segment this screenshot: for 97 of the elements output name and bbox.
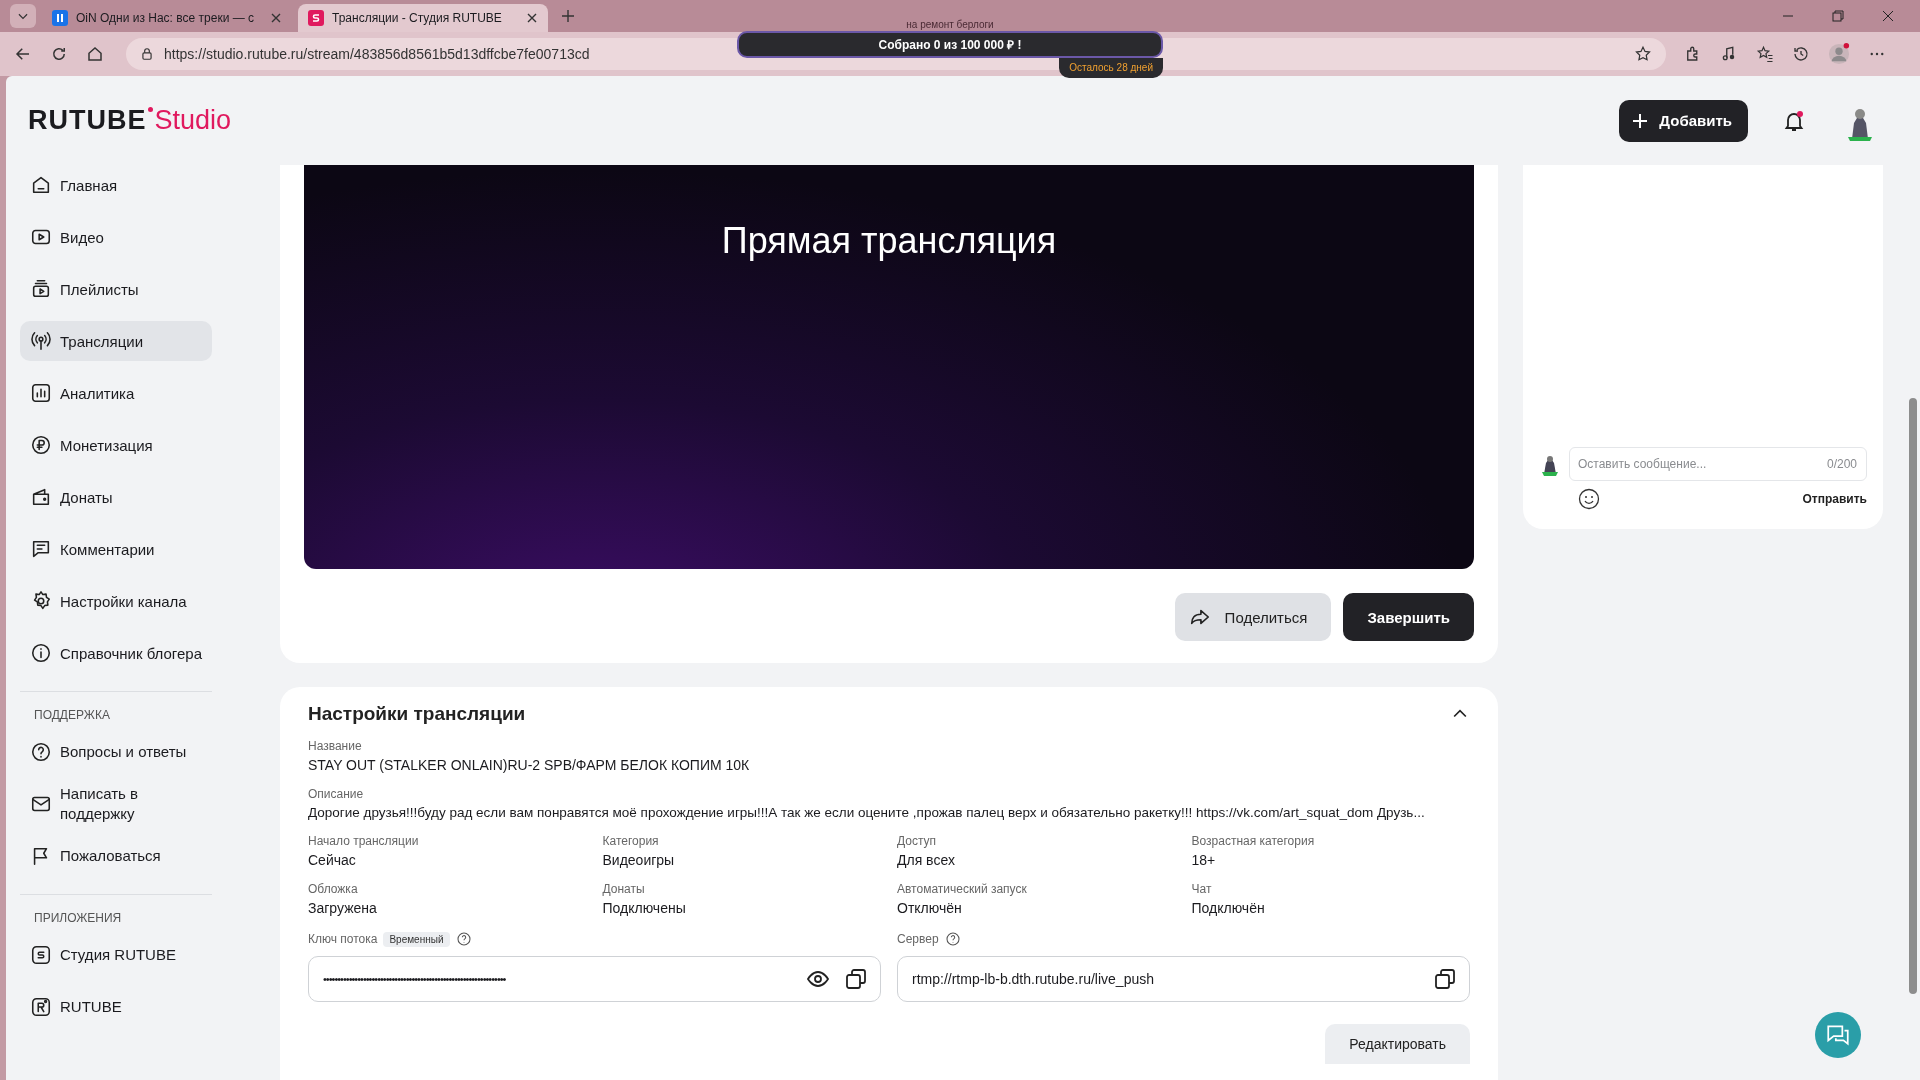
edit-button[interactable]: Редактировать xyxy=(1325,1024,1470,1064)
field-value: Отключён xyxy=(897,900,963,916)
player-title: Прямая трансляция xyxy=(721,220,1057,263)
share-button[interactable]: Поделиться xyxy=(1174,593,1332,641)
sidebar-item[interactable]: Справочник блогера xyxy=(20,633,212,673)
field-label: Возрастная категория xyxy=(1191,834,1316,848)
field-value: Сейчас xyxy=(308,852,357,868)
field-value: Загружена xyxy=(308,900,378,916)
info-icon xyxy=(30,642,52,664)
field-label: Донаты xyxy=(602,882,646,896)
logo[interactable]: RUTUBE Studio xyxy=(28,105,232,136)
restore-icon[interactable] xyxy=(1832,10,1844,22)
close-icon[interactable] xyxy=(270,12,282,24)
history-icon[interactable] xyxy=(1792,45,1810,63)
lock-icon xyxy=(140,47,154,61)
donation-total: Собрано 0 из 100 000 ₽ ! xyxy=(878,37,1022,53)
reload-icon[interactable] xyxy=(50,45,68,63)
overlay-caption: на ремонт берлоги xyxy=(906,19,994,31)
sidebar-item[interactable]: Студия RUTUBE xyxy=(20,935,212,975)
field-label: Начало трансляции xyxy=(308,834,420,848)
scrollbar-thumb[interactable] xyxy=(1909,398,1917,994)
field-value: STAY OUT (STALKER ONLAIN)RU-2 SPB/ФАРМ БЕЛОК КОПИМ 10К xyxy=(308,757,751,773)
tab-list-button[interactable] xyxy=(10,4,36,28)
studio-favicon-icon xyxy=(308,10,324,26)
video-player[interactable]: Прямая трансляция xyxy=(304,165,1474,569)
char-counter: 0/200 xyxy=(1826,457,1857,471)
star-icon[interactable] xyxy=(1634,45,1652,63)
browser-tab[interactable]: Трансляции - Студия RUTUBE xyxy=(298,4,548,32)
help-icon xyxy=(30,741,52,763)
app-icon xyxy=(30,996,52,1018)
sidebar-item[interactable]: Плейлисты xyxy=(20,269,212,309)
close-icon[interactable] xyxy=(1882,10,1894,22)
sidebar-item[interactable]: Вопросы и ответы xyxy=(20,732,212,772)
tab-title: Трансляции - Студия RUTUBE xyxy=(332,11,503,25)
chat-icon xyxy=(1825,1022,1851,1048)
section-heading: ПОДДЕРЖКА xyxy=(33,708,111,722)
section-title: Настройки трансляции xyxy=(308,703,526,725)
sidebar-item[interactable]: Донаты xyxy=(20,477,212,517)
field-label: Сервер xyxy=(897,932,939,946)
tab-title: OiN Одни из Нас: все треки — с xyxy=(76,11,255,25)
help-icon[interactable] xyxy=(455,931,472,947)
stream-key-field[interactable]: •••••••••••••••••••••••••••••••••••••••••••••••••••••••••••••••• xyxy=(308,956,881,1002)
add-button[interactable]: Добавить xyxy=(1619,99,1748,142)
emoji-icon[interactable] xyxy=(1577,487,1601,511)
sidebar-item[interactable]: Видео xyxy=(20,217,212,257)
new-tab-icon[interactable] xyxy=(560,8,576,24)
url-text: https://studio.rutube.ru/stream/483856d8561b5d13dffcbe7fe00713cd xyxy=(164,46,590,62)
help-icon[interactable] xyxy=(944,931,961,947)
pause-icon xyxy=(52,10,68,26)
profile-icon[interactable] xyxy=(1828,43,1850,65)
bell-icon[interactable] xyxy=(1782,108,1806,133)
wallet-icon xyxy=(30,486,52,508)
support-chat-button[interactable] xyxy=(1815,1012,1861,1058)
back-icon[interactable] xyxy=(14,45,32,63)
copy-icon[interactable] xyxy=(1433,967,1457,991)
field-label: Название xyxy=(308,739,363,753)
copy-icon[interactable] xyxy=(844,967,868,991)
home-icon xyxy=(30,174,52,196)
section-heading: ПРИЛОЖЕНИЯ xyxy=(33,911,123,925)
sidebar-item[interactable]: RUTUBE xyxy=(20,987,212,1027)
broadcast-icon xyxy=(30,330,52,352)
sidebar-item[interactable]: Комментарии xyxy=(20,529,212,569)
sidebar-item[interactable]: Трансляции xyxy=(20,321,212,361)
send-button[interactable]: Отправить xyxy=(1802,492,1867,506)
field-value: Видеоигры xyxy=(602,852,676,868)
server-field[interactable]: rtmp://rtmp-lb-b.dth.rutube.ru/live_push xyxy=(897,956,1470,1002)
sidebar-item[interactable]: Монетизация xyxy=(20,425,212,465)
field-label: Доступ xyxy=(897,834,938,848)
plus-icon xyxy=(1631,111,1650,130)
field-value: Дорогие друзья!!!буду рад если вам понравятся моё прохождение игры!!!А так же если оцените ,прожав палец верх и обязательно ракетку!!! https://vk.com/art_squat_dom Друзь... xyxy=(308,805,1426,820)
chart-icon xyxy=(30,382,52,404)
home-icon[interactable] xyxy=(86,45,104,63)
field-label: Ключ потока xyxy=(308,932,378,946)
field-label: Категория xyxy=(602,834,660,848)
ruble-icon xyxy=(30,434,52,456)
field-label: Чат xyxy=(1191,882,1213,896)
studio-app-icon xyxy=(30,944,52,966)
favorites-icon[interactable] xyxy=(1756,45,1774,63)
finish-button[interactable]: Завершить xyxy=(1343,593,1474,641)
sidebar-item[interactable]: Аналитика xyxy=(20,373,212,413)
field-value: 18+ xyxy=(1191,852,1217,868)
field-label: Обложка xyxy=(308,882,359,896)
comment-icon xyxy=(30,538,52,560)
field-value: Подключены xyxy=(602,900,687,916)
playlist-icon xyxy=(30,278,52,300)
browser-tab[interactable]: OiN Одни из Нас: все треки — с xyxy=(42,4,292,32)
sidebar-item[interactable]: Пожаловаться xyxy=(20,836,212,876)
field-value: Подключён xyxy=(1191,900,1266,916)
sidebar-item[interactable]: Главная xyxy=(20,165,212,205)
days-left-label: Осталось 28 дней xyxy=(1059,58,1163,78)
close-icon[interactable] xyxy=(526,12,538,24)
sidebar-item[interactable]: Написать в поддержку xyxy=(20,784,212,824)
field-value: Для всех xyxy=(897,852,956,868)
field-label: Автоматический запуск xyxy=(897,882,1028,896)
sidebar-item[interactable]: Настройки канала xyxy=(20,581,212,621)
field-label: Описание xyxy=(308,787,365,801)
badge: Временный xyxy=(383,931,450,947)
